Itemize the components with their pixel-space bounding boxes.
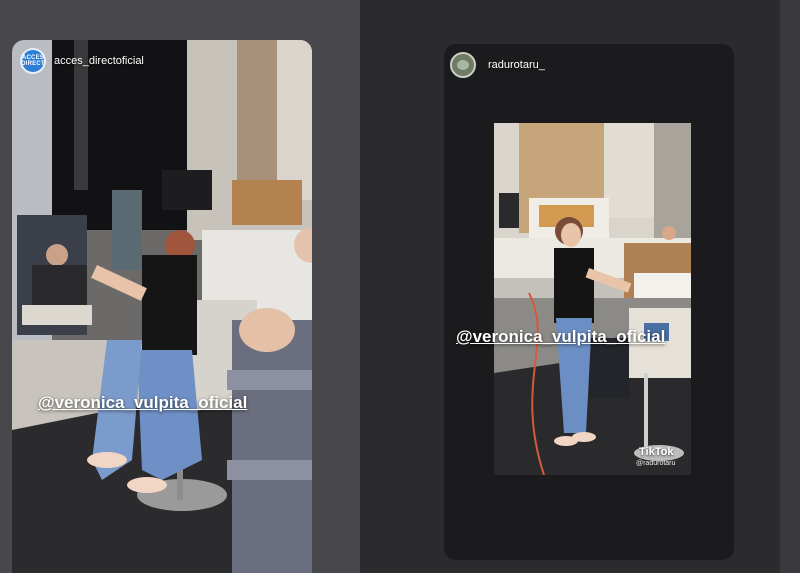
avatar[interactable] [450,52,476,78]
story-header: radurotaru_ [450,52,545,78]
next-story-edge[interactable] [780,0,800,573]
tiktok-logo-label: TikTok [639,446,674,458]
story-media-photo [12,40,312,573]
story-media-video[interactable]: TikTok @radurotaru [494,123,691,475]
video-frame [494,123,691,475]
story-username[interactable]: radurotaru_ [488,59,545,71]
story-username[interactable]: acces_directoficial [54,55,144,67]
mention-sticker[interactable]: @veronica_vulpita_oficial [38,393,247,413]
story-header: ACCES DIRECT acces_directoficial [20,48,144,74]
story-card-acces[interactable]: ACCES DIRECT acces_directoficial @veroni… [12,40,312,573]
tiktok-handle: @radurotaru [636,460,676,467]
story-card-radurotaru[interactable]: radurotaru_ TikTok @radurotaru @veronica… [444,44,734,560]
avatar[interactable]: ACCES DIRECT [20,48,46,74]
mention-sticker[interactable]: @veronica_vulpita_oficial [456,327,665,347]
